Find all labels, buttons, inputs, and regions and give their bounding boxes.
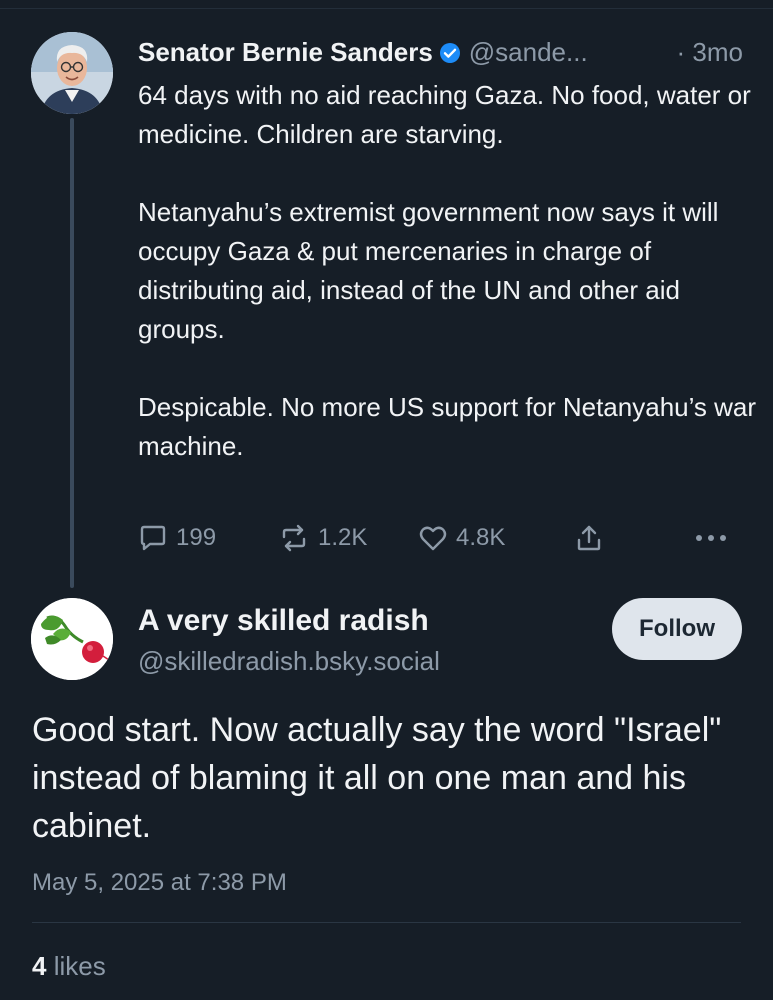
verified-check-icon [439, 37, 461, 73]
repost-count: 1.2K [318, 524, 368, 551]
post-paragraph: Netanyahu’s extremist government now say… [138, 197, 719, 344]
top-divider [0, 8, 773, 9]
thread-connector-line [70, 118, 74, 588]
reply-text: Good start. Now actually say the word "I… [32, 711, 722, 845]
post-paragraph: 64 days with no aid reaching Gaza. No fo… [138, 80, 751, 149]
author-handle[interactable]: @sande... [469, 37, 588, 67]
like-button[interactable]: 4.8K [418, 518, 505, 558]
share-icon [574, 523, 604, 553]
repost-icon [278, 523, 310, 553]
reply-author-handle[interactable]: @skilledradish.bsky.social [138, 643, 440, 679]
reply-icon [138, 523, 168, 553]
follow-button[interactable]: Follow [612, 598, 742, 660]
reply-button[interactable]: 199 [138, 518, 216, 558]
post-actions-bar: 199 1.2K 4.8K [138, 518, 738, 558]
reply-timestamp[interactable]: May 5, 2025 at 7:38 PM [32, 866, 287, 900]
heart-icon [418, 523, 448, 553]
parent-post-text: 64 days with no aid reaching Gaza. No fo… [138, 76, 758, 466]
author-name[interactable]: Senator Bernie Sanders [138, 37, 433, 67]
parent-post-header: Senator Bernie Sanders @sande... · 3mo [138, 34, 743, 70]
more-options-button[interactable] [694, 518, 728, 558]
repost-button[interactable]: 1.2K [278, 518, 367, 558]
reply-count: 199 [176, 524, 217, 551]
post-age[interactable]: · 3mo [677, 34, 743, 70]
share-button[interactable] [574, 518, 604, 558]
likes-count: 4 [32, 951, 47, 981]
bernie-avatar[interactable] [31, 32, 113, 114]
likes-label: likes [53, 951, 106, 981]
ellipsis-icon [694, 532, 728, 544]
reply-author-name[interactable]: A very skilled radish [138, 602, 429, 640]
like-count: 4.8K [456, 524, 506, 551]
post-paragraph: Despicable. No more US support for Netan… [138, 392, 757, 461]
radish-avatar[interactable] [31, 598, 113, 680]
likes-summary[interactable]: 4 likes [32, 948, 106, 984]
divider [32, 922, 741, 923]
